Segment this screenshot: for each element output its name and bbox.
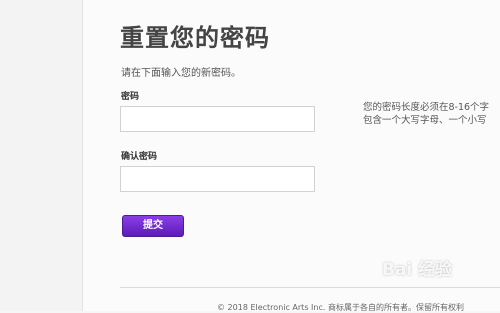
submit-button[interactable]: 提交 xyxy=(122,215,184,237)
password-label: 密码 xyxy=(121,92,140,102)
password-requirements-hint: 您的密码长度必须在8-16个字 包含一个大写字母、一个小写 xyxy=(363,101,489,127)
confirm-password-input[interactable] xyxy=(120,166,315,192)
page-title: 重置您的密码 xyxy=(120,24,270,52)
page-subtitle: 请在下面输入您的新密码。 xyxy=(121,68,241,79)
password-input[interactable] xyxy=(120,106,315,132)
hint-line-2: 包含一个大写字母、一个小写 xyxy=(363,115,487,126)
left-gutter xyxy=(0,0,82,311)
hint-line-1: 您的密码长度必须在8-16个字 xyxy=(363,102,490,113)
footer-divider xyxy=(120,287,500,288)
footer-copyright: © 2018 Electronic Arts Inc. 商标属于各自的所有者。保… xyxy=(217,303,464,312)
confirm-password-label: 确认密码 xyxy=(121,152,158,162)
baidu-jingyan-watermark: Bai 经验 xyxy=(382,260,453,280)
